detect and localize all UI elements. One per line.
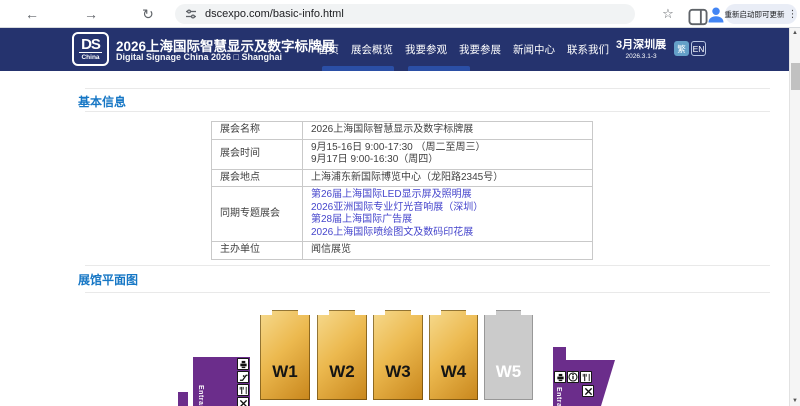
info-icon — [567, 371, 579, 383]
concurrent-show-link[interactable]: 2026上海国际喷绘图文及数码印花展 — [311, 227, 584, 240]
lang-english-button[interactable]: EN — [691, 41, 706, 56]
table-row: 展会名称 2026上海国际智慧显示及数字标牌展 — [212, 122, 593, 140]
forward-icon[interactable]: → — [81, 4, 101, 24]
row-value: 9月15-16日 9:00-17:30 （周二至周三） 9月17日 9:00-1… — [303, 139, 593, 169]
basic-info-table: 展会名称 2026上海国际智慧显示及数字标牌展 展会时间 9月15-16日 9:… — [211, 121, 593, 260]
nav-item-exhibit[interactable]: 我要参展 — [459, 42, 501, 57]
divider — [85, 111, 770, 112]
nav-item-news[interactable]: 新闻中心 — [513, 42, 555, 57]
table-row: 展会时间 9月15-16日 9:00-17:30 （周二至周三） 9月17日 9… — [212, 139, 593, 169]
bookmark-star-icon[interactable]: ☆ — [658, 4, 678, 24]
divider — [85, 88, 770, 89]
concurrent-show-link[interactable]: 第28届上海国际广告展 — [311, 214, 584, 227]
hall-w2: W2 — [317, 310, 367, 400]
back-icon[interactable]: ← — [22, 4, 42, 24]
table-row: 同期专题展会 第26届上海国际LED显示屏及照明展 2026亚洲国际专业灯光音响… — [212, 187, 593, 242]
restaurant-icon — [580, 371, 592, 383]
address-bar[interactable]: dscexpo.com/basic-info.html — [175, 4, 635, 24]
profile-avatar-icon[interactable] — [706, 5, 726, 25]
main-nav: 首页 展会概览 我要参观 我要参展 新闻中心 联系我们 — [318, 28, 609, 71]
row-value: 闻信展览 — [303, 242, 593, 260]
row-value: 第26届上海国际LED显示屏及照明展 2026亚洲国际专业灯光音响展（深圳） 第… — [303, 187, 593, 242]
menu-dots-icon[interactable]: ⋮ — [788, 9, 798, 20]
facility-icon-column — [237, 358, 249, 406]
concurrent-show-link[interactable]: 2026亚洲国际专业灯光音响展（深圳） — [311, 202, 584, 215]
entrance-label: Entrance — [555, 387, 562, 406]
page-scrollbar[interactable]: ▲ ▼ — [789, 28, 800, 406]
site-subtitle: Digital Signage China 2026 □ Shanghai — [116, 52, 282, 62]
browser-toolbar: ← → ↻ dscexpo.com/basic-info.html ☆ 重新启动… — [0, 0, 800, 28]
section-title-basic-info: 基本信息 — [78, 93, 126, 110]
escalator-icon — [237, 371, 249, 383]
scrollbar-thumb[interactable] — [791, 63, 800, 90]
logo-china-text: China — [79, 52, 101, 61]
nav-item-visit[interactable]: 我要参观 — [405, 42, 447, 57]
nav-dropdown-indicator-overview — [322, 66, 394, 71]
table-row: 主办单位 闻信展览 — [212, 242, 593, 260]
row-label: 展会时间 — [212, 139, 303, 169]
divider — [85, 265, 770, 266]
nav-item-shenzhen-show[interactable]: 3月深圳展 2026.3.1-3 — [616, 36, 666, 60]
nav-item-contact[interactable]: 联系我们 — [567, 42, 609, 57]
hall-w4: W4 — [429, 310, 478, 400]
row-value: 上海浦东新国际博览中心（龙阳路2345号） — [303, 169, 593, 187]
hall-w1: W1 — [260, 310, 310, 400]
hall-w3: W3 — [373, 310, 423, 400]
close-icon — [582, 385, 594, 397]
time-line: 9月15-16日 9:00-17:30 （周二至周三） — [311, 142, 584, 155]
table-row: 展会地点 上海浦东新国际博览中心（龙阳路2345号） — [212, 169, 593, 187]
update-chip-label: 重新启动即可更新 — [725, 9, 785, 20]
row-label: 主办单位 — [212, 242, 303, 260]
page: ← → ↻ dscexpo.com/basic-info.html ☆ 重新启动… — [0, 0, 800, 406]
printer-icon — [237, 358, 249, 370]
site-logo[interactable]: DS China — [72, 32, 109, 66]
row-value: 2026上海国际智慧显示及数字标牌展 — [303, 122, 593, 140]
restart-update-chip[interactable]: 重新启动即可更新 ⋮ — [725, 4, 797, 24]
nav-item-overview[interactable]: 展会概览 — [351, 42, 393, 57]
logo-ds-text: DS — [81, 37, 100, 52]
printer-icon — [554, 371, 566, 383]
row-label: 展会名称 — [212, 122, 303, 140]
site-header: DS China 2026上海国际智慧显示及数字标牌展 Digital Sign… — [0, 28, 800, 71]
row-label: 同期专题展会 — [212, 187, 303, 242]
facility-icon-row — [554, 371, 592, 383]
divider — [85, 292, 770, 293]
entrance-block-left: Entrance — [193, 357, 250, 406]
row-label: 展会地点 — [212, 169, 303, 187]
nav-item-home[interactable]: 首页 — [318, 42, 339, 57]
concurrent-show-link[interactable]: 第26届上海国际LED显示屏及照明展 — [311, 189, 584, 202]
url-text[interactable]: dscexpo.com/basic-info.html — [205, 8, 344, 20]
shenzhen-label: 3月深圳展 — [616, 36, 666, 52]
time-line: 9月17日 9:00-16:30（周四） — [311, 154, 584, 167]
nav-dropdown-indicator-visit — [408, 66, 470, 71]
entrance-west-partial — [178, 392, 188, 406]
reload-icon[interactable]: ↻ — [138, 4, 158, 24]
entrance-block-right: Entrance — [553, 347, 615, 406]
side-panel-icon[interactable] — [688, 7, 708, 27]
restaurant-icon — [237, 384, 249, 396]
close-icon — [237, 397, 249, 406]
scroll-down-icon[interactable]: ▼ — [790, 398, 800, 404]
site-info-tune-icon[interactable] — [185, 8, 197, 20]
scroll-up-icon[interactable]: ▲ — [790, 30, 800, 36]
shenzhen-date: 2026.3.1-3 — [616, 53, 666, 60]
lang-traditional-button[interactable]: 繁 — [674, 41, 689, 56]
entrance-label: Entrance — [197, 385, 204, 406]
hall-w5: W5 — [484, 310, 533, 400]
section-title-floor-plan: 展馆平面图 — [78, 271, 138, 288]
